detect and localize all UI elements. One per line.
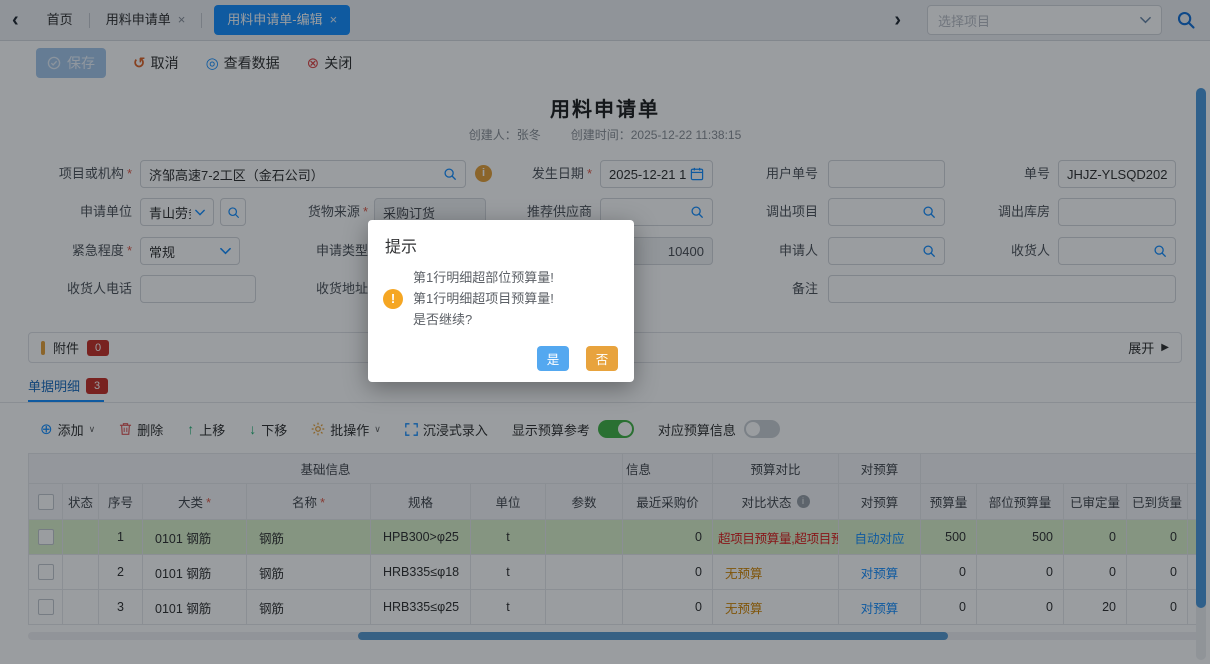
- no-button[interactable]: 否: [586, 346, 618, 371]
- warning-icon: !: [383, 288, 403, 309]
- dialog-footer: 是 否: [537, 346, 618, 371]
- dialog-message: 第1行明细超部位预算量! 第1行明细超项目预算量! 是否继续?: [413, 267, 554, 330]
- dialog-title: 提示: [385, 239, 418, 256]
- dialog-line: 是否继续?: [413, 312, 473, 327]
- dialog-body: ! 第1行明细超部位预算量! 第1行明细超项目预算量! 是否继续?: [368, 257, 634, 330]
- dialog-line: 第1行明细超部位预算量!: [413, 270, 554, 285]
- dialog-line: 第1行明细超项目预算量!: [413, 291, 554, 306]
- confirm-dialog: 提示 ! 第1行明细超部位预算量! 第1行明细超项目预算量! 是否继续? 是 否: [368, 220, 634, 382]
- yes-button[interactable]: 是: [537, 346, 569, 371]
